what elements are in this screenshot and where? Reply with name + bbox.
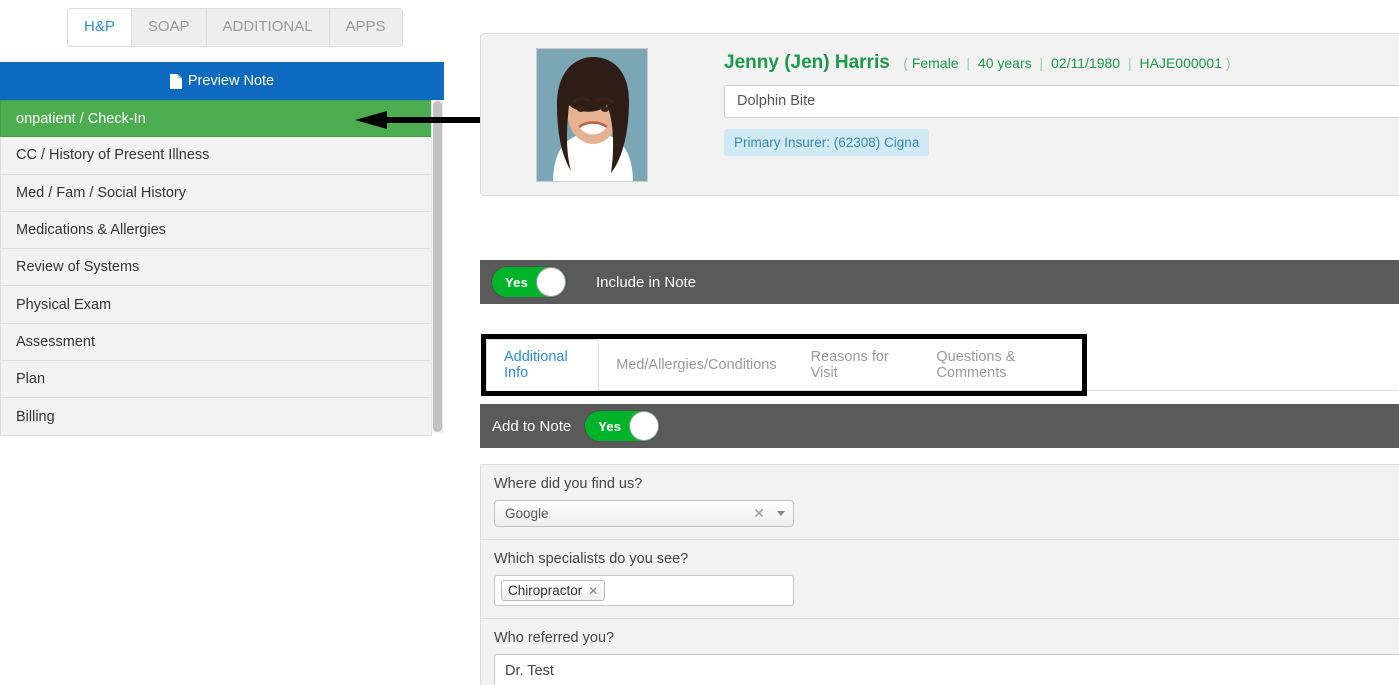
- where-find-us-select[interactable]: Google ✕: [494, 500, 794, 527]
- clear-icon[interactable]: ✕: [753, 505, 765, 522]
- note-section-list: onpatient / Check-In CC / History of Pre…: [0, 100, 432, 436]
- sidebar-item-physical-exam[interactable]: Physical Exam: [0, 286, 432, 324]
- toggle-knob: [537, 268, 565, 296]
- sub-tab-underline: [1087, 390, 1399, 391]
- sidebar-item-label: Billing: [16, 408, 55, 425]
- include-in-note-toggle[interactable]: Yes: [492, 267, 566, 297]
- patient-chart-id: HAJE000001: [1139, 55, 1223, 71]
- tag-chiropractor[interactable]: Chiropractor ✕: [501, 580, 606, 601]
- form-row-where-find-us: Where did you find us? Google ✕: [480, 464, 1399, 540]
- tab-questions-comments[interactable]: Questions & Comments: [919, 339, 1082, 390]
- appointment-reason-input[interactable]: Dolphin Bite: [724, 85, 1399, 118]
- patient-dob: 02/11/1980: [1051, 55, 1121, 71]
- patient-demographics: ( Female | 40 years | 02/11/1980 | HAJE0…: [903, 55, 1230, 71]
- toggle-knob: [630, 412, 659, 440]
- include-in-note-label: Include in Note: [596, 273, 697, 291]
- sidebar-item-label: Assessment: [16, 333, 95, 350]
- toggle-label: Yes: [505, 274, 529, 290]
- preview-note-button[interactable]: Preview Note: [0, 62, 444, 100]
- tab-additional-info[interactable]: Additional Info: [486, 339, 600, 391]
- sub-tab-bar: Additional Info Med/Allergies/Conditions…: [486, 339, 1082, 391]
- tab-med-allergies-conditions[interactable]: Med/Allergies/Conditions: [599, 339, 793, 390]
- sidebar-item-label: Med / Fam / Social History: [16, 184, 187, 201]
- referred-by-label: Who referred you?: [494, 630, 615, 646]
- primary-insurer-badge[interactable]: Primary Insurer: (62308) Cigna: [724, 129, 930, 156]
- patient-age: 40 years: [977, 55, 1032, 71]
- meta-separator: |: [1127, 55, 1132, 71]
- tab-reasons-for-visit[interactable]: Reasons for Visit: [794, 339, 920, 390]
- add-to-note-label: Add to Note: [492, 417, 572, 435]
- meta-separator: |: [966, 55, 971, 71]
- sidebar-item-medications-allergies[interactable]: Medications & Allergies: [0, 211, 432, 250]
- paren-open: (: [903, 55, 908, 71]
- sidebar-scrollbar-thumb[interactable]: [433, 101, 442, 432]
- patient-gender: Female: [911, 55, 959, 71]
- patient-info: Jenny (Jen) Harris ( Female | 40 years |…: [724, 52, 1399, 156]
- sidebar-item-assessment[interactable]: Assessment: [0, 323, 432, 362]
- sidebar-item-label: onpatient / Check-In: [16, 110, 146, 127]
- left-pane: H&P SOAP ADDITIONAL APPS Preview Note on…: [0, 0, 495, 685]
- additional-info-form: Where did you find us? Google ✕ Which sp…: [480, 464, 1399, 685]
- sidebar-item-review-of-systems[interactable]: Review of Systems: [0, 249, 432, 287]
- sidebar-item-label: Physical Exam: [16, 296, 112, 313]
- where-find-us-label: Where did you find us?: [494, 476, 643, 492]
- tab-hp[interactable]: H&P: [68, 9, 132, 46]
- sidebar-item-cc-hpi[interactable]: CC / History of Present Illness: [0, 137, 432, 175]
- paren-close: ): [1225, 55, 1231, 71]
- tag-label: Chiropractor: [508, 583, 583, 598]
- sidebar-item-label: Review of Systems: [16, 259, 140, 276]
- form-row-referred-by: Who referred you? Dr. Test: [480, 619, 1399, 685]
- tab-additional[interactable]: ADDITIONAL: [206, 9, 330, 46]
- sidebar-item-plan[interactable]: Plan: [0, 361, 432, 399]
- include-in-note-bar: Yes Include in Note: [480, 260, 1399, 304]
- specialists-label: Which specialists do you see?: [494, 551, 689, 567]
- tab-apps[interactable]: APPS: [329, 9, 402, 46]
- add-to-note-bar: Add to Note Yes: [480, 404, 1399, 448]
- sidebar-item-med-fam-social-history[interactable]: Med / Fam / Social History: [0, 174, 432, 212]
- preview-note-label: Preview Note: [187, 73, 275, 89]
- patient-avatar: [536, 48, 648, 182]
- sidebar-item-label: Medications & Allergies: [16, 222, 166, 239]
- form-row-specialists: Which specialists do you see? Chiropract…: [480, 540, 1399, 619]
- add-to-note-toggle[interactable]: Yes: [585, 411, 660, 441]
- app-root: H&P SOAP ADDITIONAL APPS Preview Note on…: [0, 0, 1399, 685]
- sidebar-item-label: CC / History of Present Illness: [16, 147, 210, 164]
- tab-soap[interactable]: SOAP: [131, 9, 207, 46]
- meta-separator: |: [1039, 55, 1044, 71]
- chevron-down-icon[interactable]: [777, 511, 785, 516]
- referred-by-textarea[interactable]: Dr. Test: [494, 654, 1399, 685]
- sidebar-item-billing[interactable]: Billing: [0, 398, 432, 436]
- where-find-us-value: Google: [505, 506, 549, 521]
- remove-tag-icon[interactable]: ✕: [588, 584, 598, 598]
- right-pane: Jenny (Jen) Harris ( Female | 40 years |…: [480, 0, 1399, 685]
- sidebar-item-label: Plan: [16, 371, 46, 388]
- specialists-tag-input[interactable]: Chiropractor ✕: [494, 575, 794, 606]
- sidebar-scrollbar[interactable]: [431, 100, 443, 433]
- patient-header-card: Jenny (Jen) Harris ( Female | 40 years |…: [480, 33, 1399, 196]
- top-tab-bar: H&P SOAP ADDITIONAL APPS: [67, 8, 403, 47]
- document-icon: [169, 73, 182, 89]
- toggle-label: Yes: [598, 418, 622, 434]
- annotation-arrow-icon: [355, 111, 495, 129]
- patient-name: Jenny (Jen) Harris: [724, 52, 890, 73]
